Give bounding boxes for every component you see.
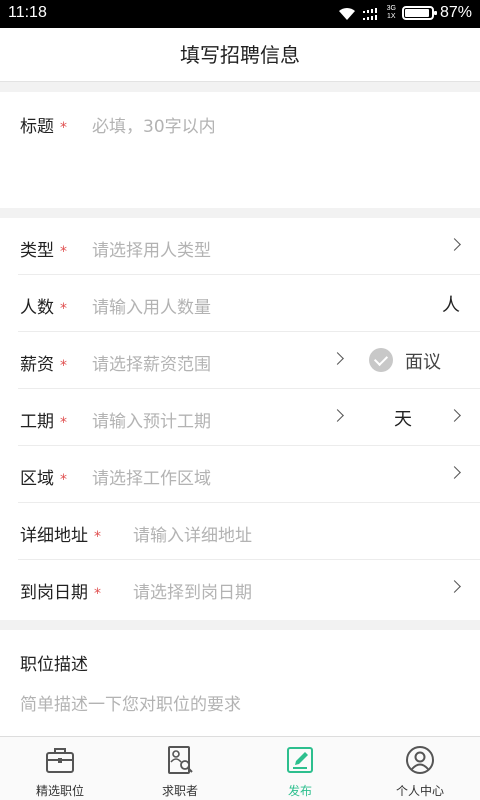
chevron-right-icon[interactable] bbox=[331, 352, 344, 365]
bottom-tab-bar: 精选职位 求职者 发布 个人中心 bbox=[0, 736, 480, 800]
salary-select[interactable]: 请选择薪资范围 bbox=[92, 350, 211, 375]
count-input[interactable]: 请输入用人数量 bbox=[92, 293, 211, 318]
required-mark: * bbox=[94, 586, 101, 602]
area-row[interactable]: 区域 * 请选择工作区域 bbox=[0, 446, 480, 503]
type-row[interactable]: 类型 * 请选择用人类型 bbox=[0, 218, 480, 275]
type-select[interactable]: 请选择用人类型 bbox=[92, 236, 211, 261]
chevron-right-icon bbox=[448, 466, 461, 479]
salary-row: 薪资 * 请选择薪资范围 面议 bbox=[0, 332, 480, 389]
title-section: 标题 * 必填，30字以内 bbox=[0, 92, 480, 208]
duration-label: 工期 * bbox=[20, 412, 67, 432]
required-mark: * bbox=[94, 529, 101, 545]
status-time: 11:18 bbox=[8, 4, 47, 21]
tab-label: 发布 bbox=[287, 784, 312, 798]
network-type: 3G 1X bbox=[386, 5, 396, 20]
tab-personal-center[interactable]: 个人中心 bbox=[360, 737, 480, 800]
page-header: 填写招聘信息 bbox=[0, 28, 480, 82]
tab-featured-jobs[interactable]: 精选职位 bbox=[0, 737, 120, 800]
required-mark: * bbox=[60, 301, 67, 317]
resume-search-icon bbox=[168, 746, 193, 774]
chevron-right-icon bbox=[448, 580, 461, 593]
salary-label: 薪资 * bbox=[20, 355, 67, 375]
negotiable-checkbox[interactable] bbox=[369, 348, 393, 372]
start-date-label: 到岗日期 * bbox=[20, 583, 101, 603]
required-mark: * bbox=[60, 358, 67, 374]
title-label: 标题 * bbox=[20, 117, 67, 137]
required-mark: * bbox=[60, 472, 67, 488]
description-input[interactable]: 简单描述一下您对职位的要求 bbox=[20, 690, 241, 715]
tab-label: 精选职位 bbox=[35, 784, 84, 798]
battery-level bbox=[404, 9, 430, 17]
battery-icon bbox=[401, 6, 437, 20]
battery-percent: 87% bbox=[439, 4, 472, 21]
description-label: 职位描述 bbox=[20, 655, 88, 675]
negotiable-label[interactable]: 面议 bbox=[405, 348, 441, 374]
count-label: 人数 * bbox=[20, 298, 67, 318]
status-bar: 11:18 3G 1X 87% bbox=[0, 0, 480, 28]
status-indicators: 3G 1X 87% bbox=[337, 4, 472, 22]
briefcase-icon bbox=[46, 748, 74, 773]
tab-label: 求职者 bbox=[161, 784, 198, 798]
title-input[interactable]: 必填，30字以内 bbox=[92, 112, 216, 137]
count-unit: 人 bbox=[442, 295, 460, 316]
address-label: 详细地址 * bbox=[20, 526, 101, 546]
type-label: 类型 * bbox=[20, 241, 67, 261]
start-date-select[interactable]: 请选择到岗日期 bbox=[133, 578, 252, 603]
area-label: 区域 * bbox=[20, 469, 67, 489]
page-title: 填写招聘信息 bbox=[180, 43, 300, 67]
description-section: 职位描述 简单描述一下您对职位的要求 bbox=[0, 630, 480, 736]
required-mark: * bbox=[60, 120, 67, 136]
chevron-right-icon[interactable] bbox=[331, 409, 344, 422]
area-select[interactable]: 请选择工作区域 bbox=[92, 464, 211, 489]
required-mark: * bbox=[60, 244, 67, 260]
tab-publish[interactable]: 发布 bbox=[240, 737, 360, 800]
start-date-row[interactable]: 到岗日期 * 请选择到岗日期 bbox=[0, 560, 480, 617]
tab-label: 个人中心 bbox=[395, 784, 444, 798]
required-mark: * bbox=[60, 415, 67, 431]
address-row: 详细地址 * 请输入详细地址 bbox=[0, 503, 480, 560]
duration-row: 工期 * 请输入预计工期 天 bbox=[0, 389, 480, 446]
tab-job-seekers[interactable]: 求职者 bbox=[120, 737, 240, 800]
signal-icon bbox=[362, 8, 377, 20]
chevron-right-icon bbox=[448, 238, 461, 251]
wifi-icon bbox=[338, 7, 355, 21]
address-input[interactable]: 请输入详细地址 bbox=[133, 521, 252, 546]
form-section: 类型 * 请选择用人类型 人数 * 请输入用人数量 人 薪资 * 请选择薪资范围 面议… bbox=[0, 218, 480, 620]
duration-input[interactable]: 请输入预计工期 bbox=[92, 407, 211, 432]
user-icon bbox=[406, 746, 434, 774]
duration-unit[interactable]: 天 bbox=[394, 405, 412, 431]
count-row: 人数 * 请输入用人数量 人 bbox=[0, 275, 480, 332]
chevron-right-icon[interactable] bbox=[448, 409, 461, 422]
edit-icon bbox=[287, 747, 313, 773]
